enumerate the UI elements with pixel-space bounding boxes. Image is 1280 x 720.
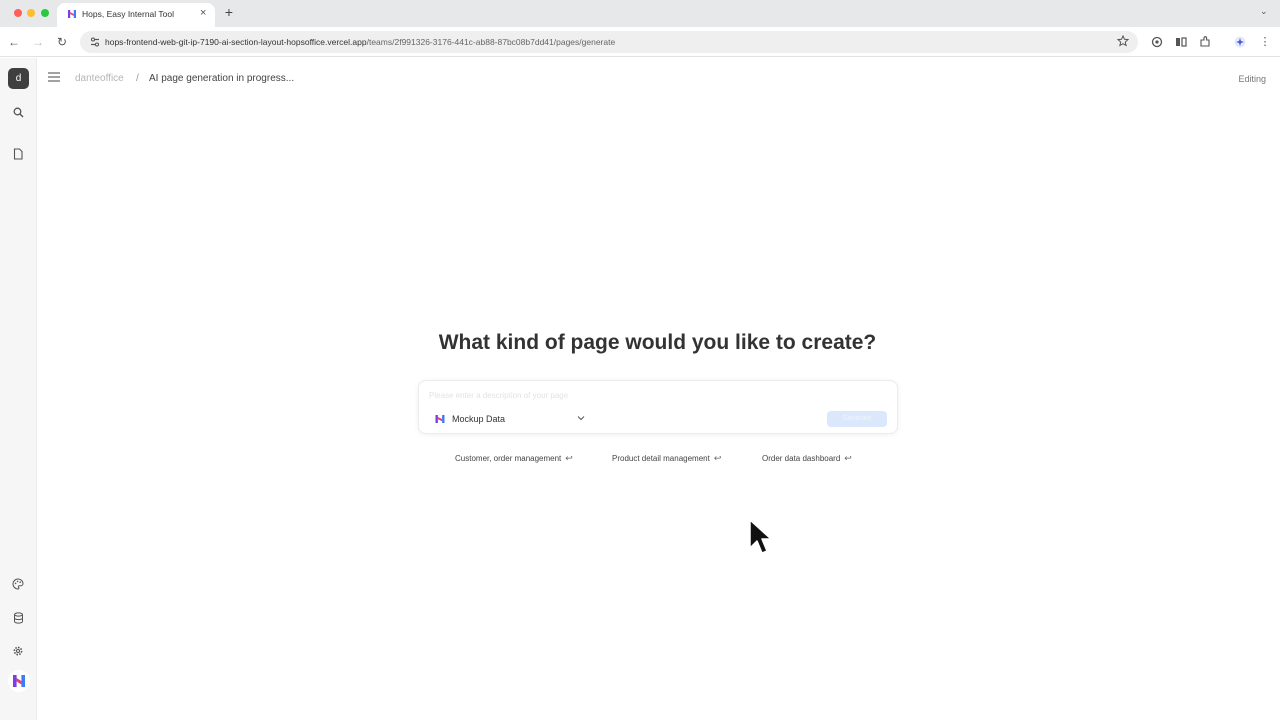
tab-close-icon[interactable]: ×: [200, 6, 206, 20]
team-avatar[interactable]: d: [8, 68, 29, 89]
maximize-window-button[interactable]: [41, 9, 49, 17]
page-headline: What kind of page would you like to crea…: [438, 331, 877, 354]
reload-button[interactable]: ↻: [54, 34, 70, 50]
browser-tab-strip: Hops, Easy Internal Tool × + ⌄: [0, 0, 1280, 27]
address-bar[interactable]: hops-frontend-web-git-ip-7190-ai-section…: [80, 31, 1138, 53]
sidebar-database[interactable]: [10, 610, 26, 626]
suggestion-product-detail[interactable]: Product detail management ↩: [612, 451, 721, 465]
profile-avatar-icon[interactable]: [1233, 35, 1247, 49]
hops-source-icon: [435, 415, 445, 423]
sidebar-pages[interactable]: [10, 146, 26, 162]
suggestion-label: Product detail management: [612, 454, 710, 463]
prompt-card: Mockup Data Generate: [418, 380, 898, 434]
browser-toolbar: ← → ↻ hops-frontend-web-git-ip-7190-ai-s…: [0, 27, 1280, 57]
enter-icon: ↩: [713, 453, 722, 463]
app-topbar: danteoffice / AI page generation in prog…: [38, 58, 1280, 98]
extensions-puzzle-icon[interactable]: [1198, 35, 1212, 49]
data-source-label: Mockup Data: [452, 414, 506, 424]
sidebar-search[interactable]: [10, 104, 26, 120]
sidebar-settings[interactable]: [10, 643, 26, 659]
close-window-button[interactable]: [14, 9, 22, 17]
generate-button-label: Generate: [842, 415, 872, 422]
url-text: hops-frontend-web-git-ip-7190-ai-section…: [105, 37, 615, 47]
hamburger-menu-icon[interactable]: [48, 72, 60, 82]
enter-icon: ↩: [844, 453, 852, 463]
file-icon: [13, 148, 23, 160]
search-icon: [13, 107, 23, 117]
tab-title: Hops, Easy Internal Tool: [82, 9, 174, 19]
app-sidebar: d: [0, 58, 37, 720]
suggestion-customer-order[interactable]: Customer, order management ↩: [455, 451, 573, 465]
site-settings-icon[interactable]: [88, 35, 102, 49]
browser-tab-active[interactable]: Hops, Easy Internal Tool ×: [57, 3, 215, 27]
hops-favicon-icon: [68, 10, 76, 18]
palette-icon: [12, 578, 24, 590]
database-icon: [13, 612, 23, 624]
suggestion-order-dashboard[interactable]: Order data dashboard ↩: [762, 451, 852, 465]
enter-icon: ↩: [565, 453, 573, 463]
browser-menu-icon[interactable]: ⋮: [1258, 35, 1272, 49]
bookmark-star-icon[interactable]: [1117, 35, 1129, 47]
back-button[interactable]: ←: [6, 34, 22, 50]
minimize-window-button[interactable]: [27, 9, 35, 17]
data-source-select[interactable]: Mockup Data: [435, 411, 587, 427]
extension-app-icon[interactable]: [1174, 35, 1188, 49]
suggestion-label: Order data dashboard: [762, 454, 841, 463]
breadcrumb-team[interactable]: danteoffice: [75, 73, 124, 84]
breadcrumb-separator: /: [136, 73, 139, 84]
generate-button[interactable]: Generate: [827, 411, 887, 427]
new-tab-button[interactable]: +: [221, 4, 237, 20]
page-title: AI page generation in progress...: [149, 73, 295, 84]
extension-shield-icon[interactable]: [1150, 35, 1164, 49]
mode-status: Editing: [1238, 74, 1266, 84]
page-description-input[interactable]: [429, 387, 829, 403]
tab-search-chevron-icon[interactable]: ⌄: [1260, 6, 1268, 17]
url-path: /teams/2f991326-3176-441c-ab88-87bc08b7d…: [366, 37, 616, 47]
url-host: hops-frontend-web-git-ip-7190-ai-section…: [105, 37, 367, 47]
chevron-down-icon: [577, 416, 585, 421]
hops-logo-icon[interactable]: [8, 670, 30, 692]
gear-icon: [13, 646, 23, 656]
suggestion-label: Customer, order management: [455, 454, 562, 463]
mouse-cursor-icon: [749, 519, 772, 554]
sidebar-theme[interactable]: [10, 576, 26, 592]
forward-button[interactable]: →: [30, 34, 46, 50]
